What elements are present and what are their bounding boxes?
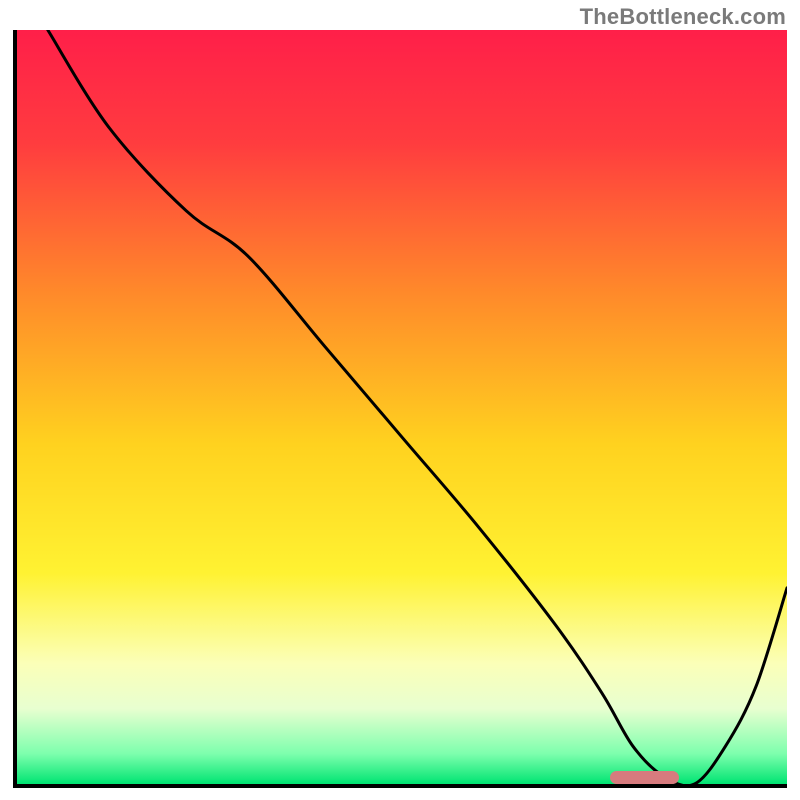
chart-frame: [13, 30, 787, 788]
chart-plot-area: [17, 30, 787, 784]
chart-curve: [17, 30, 787, 784]
watermark-text: TheBottleneck.com: [580, 4, 786, 30]
optimal-range-marker: [610, 771, 679, 784]
